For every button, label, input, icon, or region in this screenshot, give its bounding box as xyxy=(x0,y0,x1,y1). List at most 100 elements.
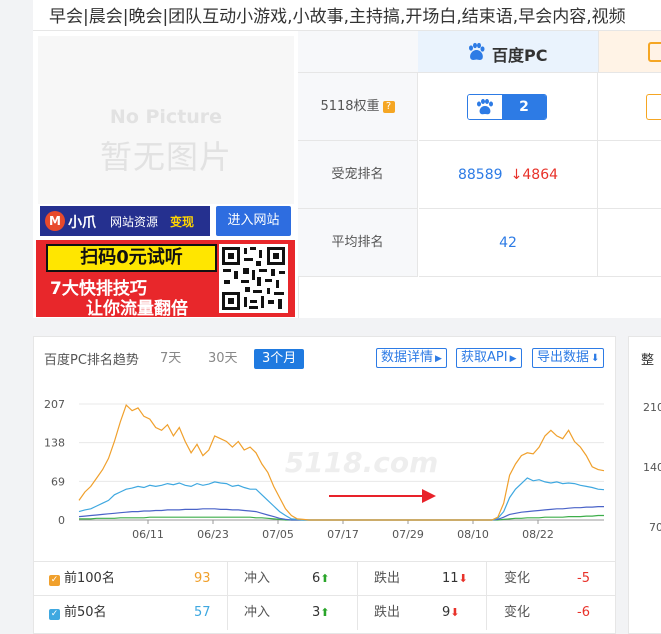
secondary-y-tick-1: 210 xyxy=(643,401,661,414)
x-tick-label: 07/29 xyxy=(392,528,424,541)
watermark-5118: 5118.com xyxy=(285,446,439,479)
ad-resource-text: 网站资源 xyxy=(110,215,159,229)
down-arrow-icon: ⬇ xyxy=(458,572,468,585)
ad-banner[interactable]: M 小爪 网站资源 变现 xyxy=(40,206,210,236)
down-arrow-icon: ⬇ xyxy=(450,606,460,619)
annotation-arrow-head-icon xyxy=(422,489,436,503)
trend-title: 百度PC排名趋势 xyxy=(44,353,139,368)
get-api-button[interactable]: 获取API ▶ xyxy=(456,348,522,368)
get-api-label: 获取API xyxy=(461,350,508,365)
tab-30-days[interactable]: 30天 xyxy=(208,349,238,369)
x-tick-label: 07/17 xyxy=(327,528,359,541)
weight-badge[interactable]: 2 xyxy=(467,94,547,120)
site-title: 早会|晨会|晚会|团队互动小游戏,小故事,主持搞,开场白,结束语,早会内容,视频 xyxy=(49,7,626,27)
top100-exit-label: 跌出 xyxy=(374,571,401,586)
column-header-baidu-pc: 百度PC xyxy=(418,31,598,73)
divider xyxy=(357,562,358,596)
secondary-trend-panel: 整 210 140 70 xyxy=(628,336,661,634)
top50-change-label: 变化 xyxy=(504,605,531,620)
data-details-label: 数据详情 xyxy=(381,350,434,365)
weight-cell-next xyxy=(598,73,661,141)
column-title-baidu-pc: 百度PC xyxy=(492,46,548,65)
row-label-average: 平均排名 xyxy=(298,209,418,277)
x-tick-label: 08/10 xyxy=(457,528,489,541)
top50-legend-toggle[interactable]: ✓ 前50名 xyxy=(49,596,107,630)
row-label-weight: 5118权重? xyxy=(298,73,418,141)
top100-exit-value: 11⬇ xyxy=(442,562,468,596)
ad-cash-text: 变现 xyxy=(170,215,195,229)
top100-enter-label: 冲入 xyxy=(244,571,271,586)
favor-cell: 88589 ↓4864 xyxy=(419,141,598,209)
divider xyxy=(227,562,228,596)
checkbox-checked-icon[interactable]: ✓ xyxy=(49,575,60,586)
caret-right-icon: ▶ xyxy=(435,354,442,364)
rank-trend-chart: 207 138 69 0 5118.com 06/11 06/23 07/05 07/17 07/… xyxy=(44,398,605,541)
favor-cell-next xyxy=(598,141,661,209)
average-cell-next xyxy=(598,209,661,277)
export-data-label: 导出数据 xyxy=(537,350,590,365)
weight-cell: 2 xyxy=(419,73,598,141)
up-arrow-icon: ⬆ xyxy=(320,606,330,619)
table-header-corner xyxy=(298,31,418,73)
tab-7-days[interactable]: 7天 xyxy=(160,349,181,369)
x-tick-label: 06/11 xyxy=(132,528,164,541)
help-icon[interactable]: ? xyxy=(382,101,395,113)
stat-row-top50: ✓ 前50名 57 冲入 3⬆ 跌出 9⬇ 变化 -6 xyxy=(34,595,615,630)
mobile-weight-badge[interactable] xyxy=(646,94,661,120)
top50-enter-label: 冲入 xyxy=(244,605,271,620)
divider xyxy=(486,562,487,596)
top100-label: 前100名 xyxy=(64,571,115,586)
ad-brand: 小爪 xyxy=(68,215,96,231)
favor-rank-value[interactable]: 88589 xyxy=(458,167,503,183)
promo-line-2: 让你流量翻倍 xyxy=(86,299,188,317)
y-tick-label: 69 xyxy=(51,475,65,488)
top100-legend-toggle[interactable]: ✓ 前100名 xyxy=(49,562,115,596)
site-thumbnail: No Picture 暂无图片 xyxy=(38,36,294,204)
weight-value: 2 xyxy=(502,95,546,119)
export-data-button[interactable]: 导出数据 ⬇ xyxy=(532,348,605,368)
x-tick-label: 07/05 xyxy=(262,528,294,541)
top50-change-value: -6 xyxy=(577,605,590,620)
enter-site-button[interactable]: 进入网站 xyxy=(216,206,291,236)
site-title-bar: 早会|晨会|晚会|团队互动小游戏,小故事,主持搞,开场白,结束语,早会内容,视频 xyxy=(33,0,661,31)
mobile-icon xyxy=(648,42,661,62)
divider xyxy=(227,596,228,630)
secondary-panel-title: 整 xyxy=(641,353,655,368)
stat-row-top100: ✓ 前100名 93 冲入 6⬆ 跌出 11⬇ 变化 -5 xyxy=(34,561,615,596)
column-header-next xyxy=(598,31,661,73)
top100-change-label: 变化 xyxy=(504,571,531,586)
top100-enter-value: 6⬆ xyxy=(312,562,330,596)
average-rank-value: 42 xyxy=(419,209,598,277)
up-arrow-icon: ⬆ xyxy=(320,572,330,585)
secondary-y-tick-3: 70 xyxy=(649,521,661,534)
secondary-y-tick-2: 140 xyxy=(643,461,661,474)
y-tick-label: 207 xyxy=(44,398,65,411)
top100-value: 93 xyxy=(194,571,211,586)
series-line xyxy=(78,477,605,521)
xiaozhua-logo-icon: M xyxy=(45,211,65,231)
down-arrow-icon: ↓ xyxy=(510,167,523,183)
data-details-button[interactable]: 数据详情 ▶ xyxy=(376,348,447,368)
no-picture-text-cn: 暂无图片 xyxy=(99,138,232,176)
row-label-favor: 受宠排名 xyxy=(298,141,418,209)
checkbox-checked-icon[interactable]: ✓ xyxy=(49,609,60,620)
tab-3-months[interactable]: 3个月 xyxy=(254,349,305,369)
weight-paw-icon xyxy=(468,95,502,119)
download-icon: ⬇ xyxy=(591,353,600,364)
promo-scan-label: 扫码0元试听 xyxy=(46,244,217,272)
top50-enter-value: 3⬆ xyxy=(312,596,330,630)
no-picture-text-en: No Picture xyxy=(109,106,223,128)
caret-right-icon: ▶ xyxy=(509,354,517,364)
weight-label-text: 5118权重 xyxy=(320,99,380,114)
series-line xyxy=(79,514,604,521)
promo-banner[interactable]: 扫码0元试听 7大快排技巧 让你流量翻倍 xyxy=(36,240,295,317)
qr-code-icon xyxy=(219,244,288,313)
top100-exit-count: 11 xyxy=(442,571,459,586)
top50-exit-value: 9⬇ xyxy=(442,596,460,630)
top50-exit-label: 跌出 xyxy=(374,605,401,620)
top50-label: 前50名 xyxy=(64,605,107,620)
x-tick-label: 06/23 xyxy=(197,528,229,541)
y-tick-label: 0 xyxy=(58,514,65,527)
baidu-paw-icon xyxy=(469,42,485,60)
favor-change-value: 4864 xyxy=(522,167,559,183)
